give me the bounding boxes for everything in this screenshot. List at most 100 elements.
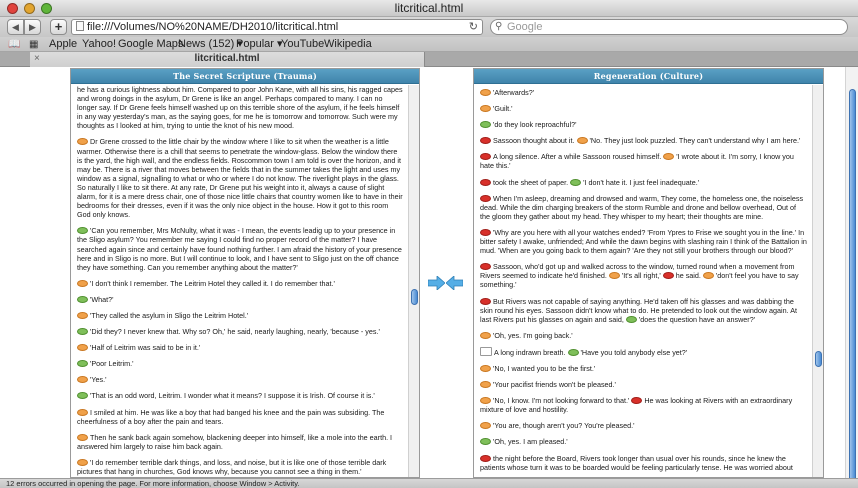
right-paragraph: Sassoon, who'd got up and walked across … xyxy=(480,262,807,289)
bookmark-yahoo[interactable]: Yahoo! xyxy=(82,37,116,51)
orange-speech-bubble-icon xyxy=(663,153,675,161)
tab-litcritical[interactable]: × litcritical.html xyxy=(30,52,425,67)
right-paragraph-text: 'Oh, yes. I am pleased.' xyxy=(493,437,568,447)
right-paragraph-text: Sassoon thought about it. xyxy=(493,136,575,146)
red-speech-bubble-icon xyxy=(480,137,491,145)
right-paragraph-text: 'You are, though aren't you? You're plea… xyxy=(493,421,635,431)
orange-speech-bubble-icon xyxy=(77,458,88,466)
orange-speech-bubble-icon xyxy=(480,331,491,339)
close-window-button[interactable] xyxy=(7,3,18,14)
right-paragraph: A long silence. After a while Sassoon ro… xyxy=(480,152,807,170)
green-speech-bubble-icon xyxy=(77,360,88,368)
left-paragraph-text: 'Poor Leitrim.' xyxy=(90,359,134,369)
tab-bar: × litcritical.html xyxy=(0,52,858,67)
zoom-window-button[interactable] xyxy=(41,3,52,14)
right-paragraph-text: 'No. They just look puzzled. They can't … xyxy=(589,136,801,146)
right-paragraph-text: 'Oh, yes. I'm going back.' xyxy=(493,330,573,340)
right-frame-heading: Regeneration (Culture) xyxy=(474,69,823,84)
forward-button[interactable]: ▶ xyxy=(24,19,41,35)
right-paragraph: 'do they look reproachful?' xyxy=(480,120,807,129)
address-bar[interactable]: file:///Volumes/NO%20NAME/DH2010/litcrit… xyxy=(71,19,483,35)
left-paragraph: 'Poor Leitrim.' xyxy=(77,359,403,368)
right-paragraph: When I'm asleep, dreaming and drowsed an… xyxy=(480,194,807,221)
add-bookmark-button[interactable]: + xyxy=(50,19,67,35)
top-sites-grid-icon[interactable]: ▦ xyxy=(29,38,38,52)
bookmark-apple[interactable]: Apple xyxy=(49,37,77,51)
orange-speech-bubble-icon xyxy=(480,381,491,389)
orange-speech-bubble-icon xyxy=(480,105,491,113)
orange-speech-bubble-icon xyxy=(480,397,491,405)
right-frame-scroll-thumb[interactable] xyxy=(815,351,822,367)
left-frame-scrollbar[interactable] xyxy=(408,85,419,477)
right-paragraph-text: took the sheet of paper. xyxy=(493,177,569,187)
left-paragraph-text: 'Can you remember, Mrs McNulty, what it … xyxy=(77,226,402,272)
status-text: 12 errors occurred in opening the page. … xyxy=(6,479,300,488)
minimize-window-button[interactable] xyxy=(24,3,35,14)
green-speech-bubble-icon xyxy=(77,227,88,235)
address-text: file:///Volumes/NO%20NAME/DH2010/litcrit… xyxy=(87,21,339,33)
left-frame-scroll-thumb[interactable] xyxy=(411,289,418,305)
right-paragraph: 'Why are you here with all your watches … xyxy=(480,228,807,255)
right-paragraph: 'Afterwards?' xyxy=(480,88,807,97)
orange-speech-bubble-icon xyxy=(77,376,88,384)
page-scrollbar[interactable] xyxy=(845,67,858,478)
orange-speech-bubble-icon xyxy=(576,137,588,145)
right-paragraph: 'Your pacifist friends won't be pleased.… xyxy=(480,380,807,389)
green-speech-bubble-icon xyxy=(77,295,88,303)
red-speech-bubble-icon xyxy=(480,178,491,186)
window-titlebar: litcritical.html xyxy=(0,0,858,17)
bookmark-news[interactable]: News (152) ▾ xyxy=(178,37,243,51)
close-tab-icon[interactable]: × xyxy=(34,52,40,66)
compare-arrows xyxy=(428,276,464,290)
right-paragraph: took the sheet of paper. 'I don't hate i… xyxy=(480,178,807,187)
browser-toolbar: ◀ ▶ + file:///Volumes/NO%20NAME/DH2010/l… xyxy=(0,17,858,37)
right-frame-scrollbar[interactable] xyxy=(812,85,823,477)
red-speech-bubble-icon xyxy=(480,194,491,202)
bookmark-google-maps[interactable]: Google Maps xyxy=(118,37,183,51)
left-arrow-icon[interactable] xyxy=(446,276,463,290)
right-paragraph: the night before the Board, Rivers took … xyxy=(480,454,807,472)
green-speech-bubble-icon xyxy=(77,328,88,336)
left-paragraph: 'Can you remember, Mrs McNulty, what it … xyxy=(77,226,403,272)
green-speech-bubble-icon xyxy=(77,392,88,400)
right-arrow-icon[interactable] xyxy=(428,276,445,290)
right-paragraph: A long indrawn breath. 'Have you told an… xyxy=(480,346,807,357)
white-speech-bubble-icon xyxy=(480,346,492,356)
green-speech-bubble-icon xyxy=(567,348,579,356)
search-input[interactable]: ⚲ Google xyxy=(490,19,848,35)
left-paragraph: 'They called the asylum in Sligo the Lei… xyxy=(77,311,403,320)
window-controls xyxy=(7,3,52,14)
green-speech-bubble-icon xyxy=(480,438,491,446)
bookmark-popular[interactable]: Popular ▾ xyxy=(236,37,283,51)
right-frame-text: 'Afterwards?' 'Guilt.' 'do they look repro… xyxy=(474,85,811,477)
orange-speech-bubble-icon xyxy=(77,433,88,441)
back-button[interactable]: ◀ xyxy=(7,19,24,35)
page-scroll-thumb[interactable] xyxy=(849,89,856,478)
left-paragraph-text: 'I don't think I remember. The Leitrim H… xyxy=(90,278,335,288)
right-paragraph-text: 'No, I know. I'm not looking forward to … xyxy=(493,396,630,406)
right-paragraph: 'No, I know. I'm not looking forward to … xyxy=(480,396,807,414)
left-paragraph: 'I do remember terrible dark things, and… xyxy=(77,458,403,476)
orange-speech-bubble-icon xyxy=(702,272,714,280)
right-paragraph: 'Oh, yes. I am pleased.' xyxy=(480,437,807,446)
left-paragraph: 'I don't think I remember. The Leitrim H… xyxy=(77,279,403,288)
bookmarks-book-icon[interactable]: 📖 xyxy=(8,38,20,52)
green-speech-bubble-icon xyxy=(570,178,582,186)
red-speech-bubble-icon xyxy=(480,297,491,305)
right-paragraph-text: 'Your pacifist friends won't be pleased.… xyxy=(493,380,616,390)
left-paragraph: 'Half of Leitrim was said to be in it.' xyxy=(77,343,403,352)
right-paragraph-text: 'does the question have an answer?' xyxy=(638,314,756,324)
bookmark-wikipedia[interactable]: Wikipedia xyxy=(324,37,372,51)
bookmark-youtube[interactable]: YouTube xyxy=(281,37,324,51)
right-paragraph: But Rivers was not capable of saying any… xyxy=(480,297,807,324)
reload-icon[interactable]: ↻ xyxy=(469,20,478,34)
left-paragraph-text: Dr Grene crossed to the little chair by … xyxy=(77,137,403,220)
tab-label: litcritical.html xyxy=(194,53,260,64)
green-speech-bubble-icon xyxy=(625,315,637,323)
right-paragraph-text: A long silence. After a while Sassoon ro… xyxy=(493,152,662,162)
left-paragraph: 'Yes.' xyxy=(77,375,403,384)
page-content: The Secret Scripture (Trauma) he has a c… xyxy=(0,67,858,478)
right-paragraph: 'Guilt.' xyxy=(480,104,807,113)
red-speech-bubble-icon xyxy=(480,153,491,161)
right-paragraph-text: 'I don't hate it. I just feel inadequate… xyxy=(583,177,700,187)
